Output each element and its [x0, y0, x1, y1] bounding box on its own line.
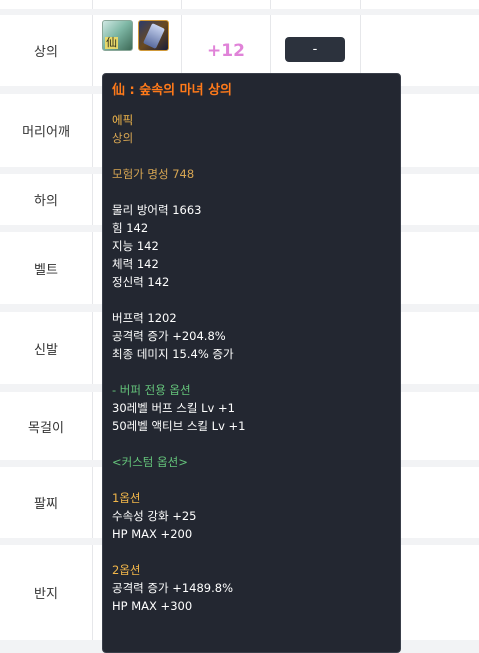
item-tooltip: 仙 : 숲속의 마녀 상의 에픽 상의 모험가 명성 748 물리 방어력 16… — [102, 73, 401, 653]
tooltip-title: 仙 : 숲속의 마녀 상의 — [112, 83, 233, 98]
buff-stat-line: 공격력 증가 +204.8% — [112, 329, 226, 343]
option1-line: HP MAX +200 — [112, 527, 193, 541]
slot-label: 머리어깨 — [0, 94, 93, 167]
slot-label: 신발 — [0, 312, 93, 384]
custom-options-header: <커스텀 옵션> — [112, 455, 188, 469]
stat-line: 정신력 142 — [112, 275, 170, 289]
buff-stat-line: 최종 데미지 15.4% 증가 — [112, 347, 234, 361]
tooltip-rarity: 에픽 — [112, 113, 134, 127]
slot-label: 상의 — [0, 15, 93, 86]
option1-line: 수속성 강화 +25 — [112, 509, 197, 523]
slot-label: 벨트 — [0, 232, 93, 304]
stat-line: 지능 142 — [112, 239, 159, 253]
slot-label: 목걸이 — [0, 392, 93, 460]
buff-stat-line: 버프력 1202 — [112, 311, 177, 325]
option2-line: 공격력 증가 +1489.8% — [112, 581, 234, 595]
item-icon-glyph: 仙 — [105, 36, 118, 49]
buffer-option-line: 50레벨 액티브 스킬 Lv +1 — [112, 419, 246, 433]
buffer-options-header: - 버퍼 전용 옵션 — [112, 383, 191, 397]
slot-label: 팔찌 — [0, 467, 93, 538]
stat-line: 힘 142 — [112, 221, 149, 235]
option2-header: 2옵션 — [112, 563, 141, 577]
slot-label: 반지 — [0, 545, 93, 640]
option-button[interactable]: - — [285, 37, 345, 62]
option1-header: 1옵션 — [112, 491, 141, 505]
stat-line: 체력 142 — [112, 257, 159, 271]
item-icon-avatar[interactable] — [138, 20, 169, 51]
table-row — [0, 0, 479, 9]
slot-label: 하의 — [0, 174, 93, 225]
item-icon-top[interactable]: 仙 — [102, 20, 133, 51]
option2-line: HP MAX +300 — [112, 599, 193, 613]
tooltip-fame: 모험가 명성 748 — [112, 167, 195, 181]
stat-line: 물리 방어력 1663 — [112, 203, 202, 217]
buffer-option-line: 30레벨 버프 스킬 Lv +1 — [112, 401, 235, 415]
sword-icon — [143, 23, 165, 49]
tooltip-type: 상의 — [112, 131, 134, 145]
